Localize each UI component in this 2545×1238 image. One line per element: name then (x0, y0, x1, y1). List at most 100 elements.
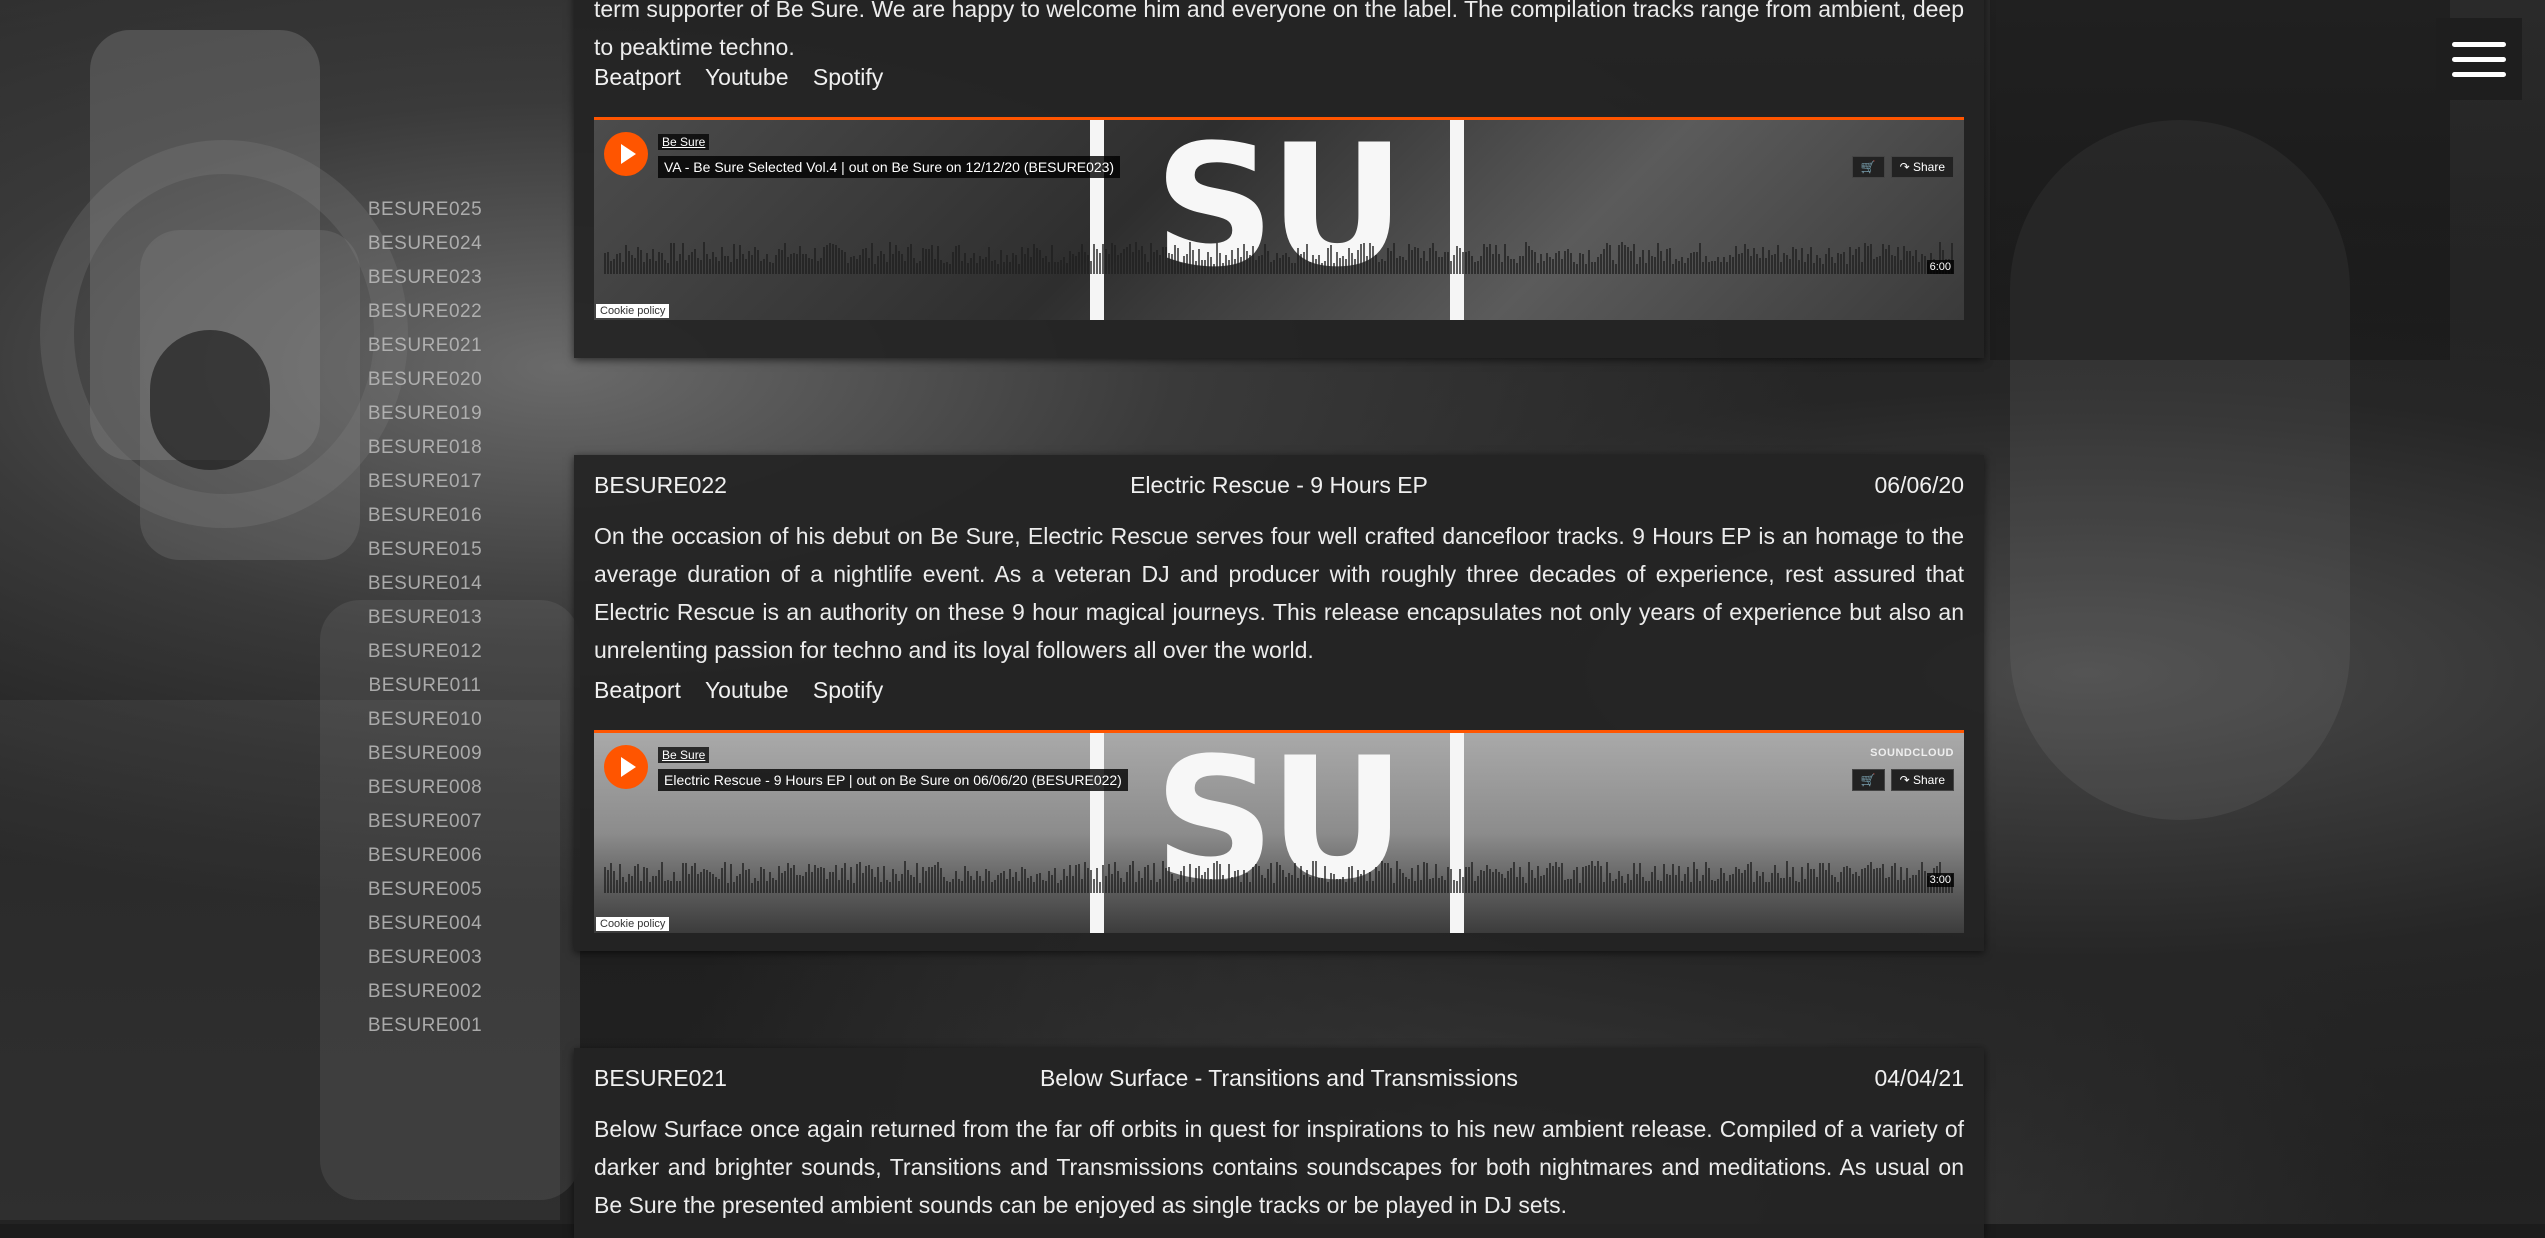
waveform-bar (1246, 251, 1248, 274)
waveform-bar (1681, 881, 1683, 893)
waveform-bar (646, 253, 648, 274)
catalog-link[interactable]: BESURE006 (340, 839, 510, 873)
catalog-link[interactable]: BESURE020 (340, 363, 510, 397)
waveform-bar (1468, 251, 1470, 274)
cart-icon[interactable]: 🛒 (1851, 156, 1885, 178)
beatport-link[interactable]: Beatport (594, 64, 681, 90)
youtube-link[interactable]: Youtube (705, 64, 789, 90)
catalog-link[interactable]: BESURE016 (340, 499, 510, 533)
waveform-bar (1579, 253, 1581, 274)
release-links: Beatport Youtube Spotify (594, 677, 901, 704)
catalog-link[interactable]: BESURE010 (340, 703, 510, 737)
youtube-link[interactable]: Youtube (705, 677, 789, 703)
waveform-bar (1255, 864, 1257, 893)
catalog-link[interactable]: BESURE024 (340, 227, 510, 261)
waveform[interactable] (604, 857, 1954, 893)
waveform-bar (1480, 870, 1482, 893)
waveform-bar (1039, 873, 1041, 893)
waveform-bar (697, 874, 699, 893)
release-header: BESURE021 Below Surface - Transitions an… (594, 1065, 1964, 1095)
waveform-bar (1768, 882, 1770, 893)
track-title-link[interactable]: Electric Rescue - 9 Hours EP | out on Be… (658, 769, 1128, 791)
catalog-link[interactable]: BESURE004 (340, 907, 510, 941)
catalog-link[interactable]: BESURE014 (340, 567, 510, 601)
cart-icon[interactable]: 🛒 (1851, 769, 1885, 791)
catalog-link[interactable]: BESURE012 (340, 635, 510, 669)
waveform[interactable] (604, 238, 1954, 274)
spotify-link[interactable]: Spotify (813, 64, 883, 90)
play-icon[interactable] (604, 745, 648, 789)
waveform-bar (862, 249, 864, 274)
waveform-bar (1813, 869, 1815, 893)
waveform-bar (967, 263, 969, 274)
share-button[interactable]: ↷ Share (1890, 769, 1954, 791)
spotify-link[interactable]: Spotify (813, 677, 883, 703)
waveform-bar (1147, 262, 1149, 274)
catalog-link[interactable]: BESURE009 (340, 737, 510, 771)
waveform-bar (1057, 262, 1059, 274)
waveform-bar (1801, 248, 1803, 274)
waveform-bar (1315, 259, 1317, 274)
catalog-link[interactable]: BESURE025 (340, 193, 510, 227)
waveform-bar (766, 881, 768, 893)
catalog-link[interactable]: BESURE002 (340, 975, 510, 1009)
cookie-policy-link[interactable]: Cookie policy (596, 917, 670, 931)
catalog-link[interactable]: BESURE022 (340, 295, 510, 329)
waveform-bar (1555, 862, 1557, 893)
catalog-link[interactable]: BESURE008 (340, 771, 510, 805)
waveform-bar (1624, 245, 1626, 274)
waveform-bar (1084, 252, 1086, 274)
share-button[interactable]: ↷ Share (1890, 156, 1954, 178)
waveform-bar (943, 263, 945, 274)
waveform-bar (1693, 252, 1695, 274)
waveform-bar (1471, 862, 1473, 893)
soundcloud-logo[interactable]: SOUNDCLOUD (1870, 747, 1954, 759)
catalog-link[interactable]: BESURE005 (340, 873, 510, 907)
waveform-bar (1789, 259, 1791, 274)
uploader-link[interactable]: Be Sure (658, 134, 710, 150)
waveform-bar (712, 252, 714, 274)
waveform-bar (1450, 261, 1452, 274)
catalog-link[interactable]: BESURE007 (340, 805, 510, 839)
waveform-bar (1324, 866, 1326, 893)
catalog-link[interactable]: BESURE015 (340, 533, 510, 567)
catalog-link[interactable]: BESURE018 (340, 431, 510, 465)
waveform-bar (1531, 870, 1533, 893)
waveform-bar (1864, 243, 1866, 274)
waveform-bar (1354, 882, 1356, 893)
track-title-link[interactable]: VA - Be Sure Selected Vol.4 | out on Be … (658, 156, 1121, 178)
catalog-link[interactable]: BESURE021 (340, 329, 510, 363)
waveform-bar (1294, 863, 1296, 893)
catalog-link[interactable]: BESURE023 (340, 261, 510, 295)
waveform-bar (688, 874, 690, 893)
waveform-bar (1264, 244, 1266, 274)
waveform-bar (718, 261, 720, 274)
cookie-policy-link[interactable]: Cookie policy (596, 304, 670, 318)
waveform-bar (1348, 248, 1350, 274)
waveform-bar (1642, 250, 1644, 274)
uploader-link[interactable]: Be Sure (658, 747, 710, 763)
catalog-link[interactable]: BESURE017 (340, 465, 510, 499)
waveform-bar (1756, 254, 1758, 274)
catalog-link[interactable]: BESURE001 (340, 1009, 510, 1043)
waveform-bar (1147, 865, 1149, 893)
hamburger-menu-button[interactable] (2436, 18, 2522, 100)
waveform-bar (700, 260, 702, 274)
waveform-bar (892, 869, 894, 893)
waveform-bar (820, 258, 822, 274)
play-icon[interactable] (604, 132, 648, 176)
beatport-link[interactable]: Beatport (594, 677, 681, 703)
waveform-bar (757, 250, 759, 274)
waveform-bar (730, 262, 732, 274)
catalog-link[interactable]: BESURE011 (340, 669, 510, 703)
catalog-link[interactable]: BESURE019 (340, 397, 510, 431)
waveform-bar (1861, 262, 1863, 274)
waveform-bar (1258, 866, 1260, 893)
waveform-bar (1120, 878, 1122, 893)
catalog-link[interactable]: BESURE003 (340, 941, 510, 975)
waveform-bar (1027, 878, 1029, 893)
waveform-bar (625, 245, 627, 274)
waveform-bar (898, 881, 900, 893)
waveform-bar (1456, 246, 1458, 274)
catalog-link[interactable]: BESURE013 (340, 601, 510, 635)
